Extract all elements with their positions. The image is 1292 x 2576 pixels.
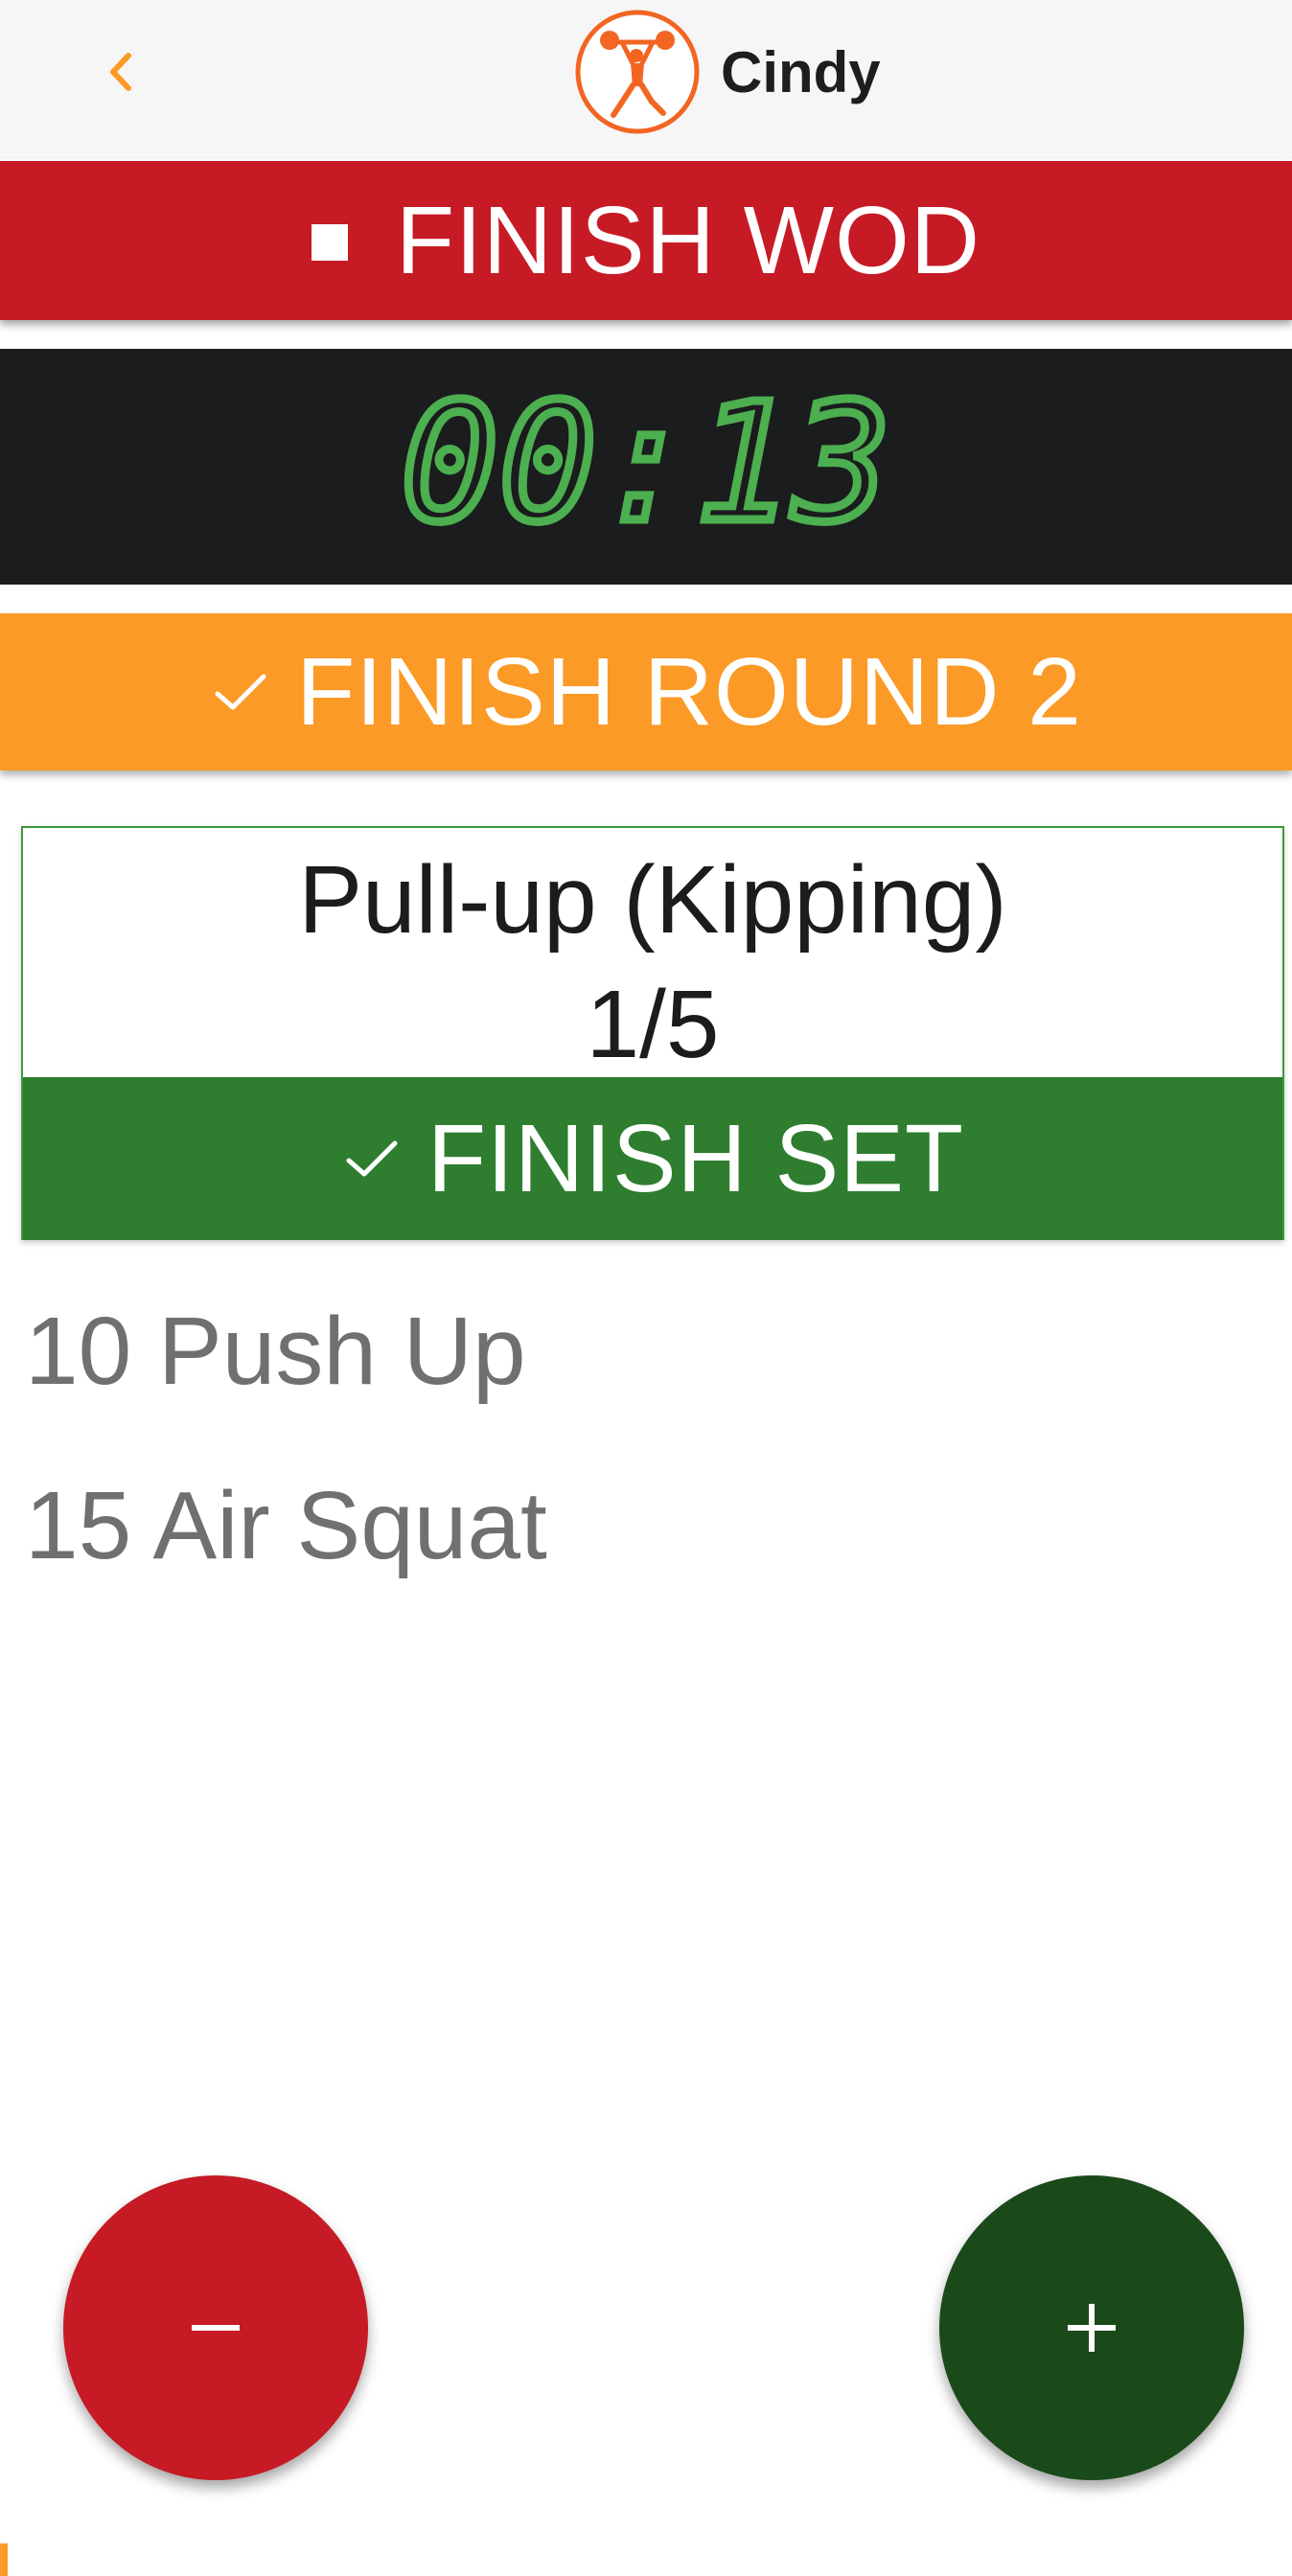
plus-icon xyxy=(1068,2304,1116,2352)
decrement-button[interactable] xyxy=(63,2175,368,2480)
check-icon xyxy=(215,674,266,710)
finish-round-label: FINISH ROUND 2 xyxy=(296,637,1082,746)
page-title: Cindy xyxy=(721,40,881,104)
upcoming-exercise-list: 10 Push Up 15 Air Squat xyxy=(25,1284,1271,1633)
finish-round-button[interactable]: FINISH ROUND 2 xyxy=(0,613,1292,770)
back-button[interactable] xyxy=(92,38,150,105)
increment-button[interactable] xyxy=(939,2175,1244,2480)
timer-display: 00:13 xyxy=(0,349,1292,585)
finish-set-label: FINISH SET xyxy=(427,1104,965,1212)
finish-wod-label: FINISH WOD xyxy=(396,186,981,294)
finish-set-button[interactable]: FINISH SET xyxy=(23,1077,1282,1240)
timer-value: 00:13 xyxy=(401,369,891,559)
exercise-name: Pull-up (Kipping) xyxy=(298,846,1007,954)
list-item: 15 Air Squat xyxy=(25,1472,547,1579)
wod-screen: Cindy FINISH WOD 00:13 FINISH ROUND 2 Pu… xyxy=(0,0,1292,2576)
timer-digits: 00:13 xyxy=(397,365,896,564)
list-item: 10 Push Up xyxy=(25,1298,526,1405)
chevron-left-icon xyxy=(110,53,131,91)
check-icon xyxy=(346,1140,398,1177)
weightlifter-icon xyxy=(575,10,700,134)
finish-wod-button[interactable]: FINISH WOD xyxy=(0,161,1292,320)
scroll-edge-indicator xyxy=(0,2543,8,2576)
stop-icon xyxy=(311,224,349,261)
app-header: Cindy xyxy=(0,0,1292,159)
set-progress: 1/5 xyxy=(586,971,720,1078)
current-exercise-card: Pull-up (Kipping) 1/5 FINISH SET xyxy=(21,826,1284,1240)
minus-icon xyxy=(192,2325,240,2331)
